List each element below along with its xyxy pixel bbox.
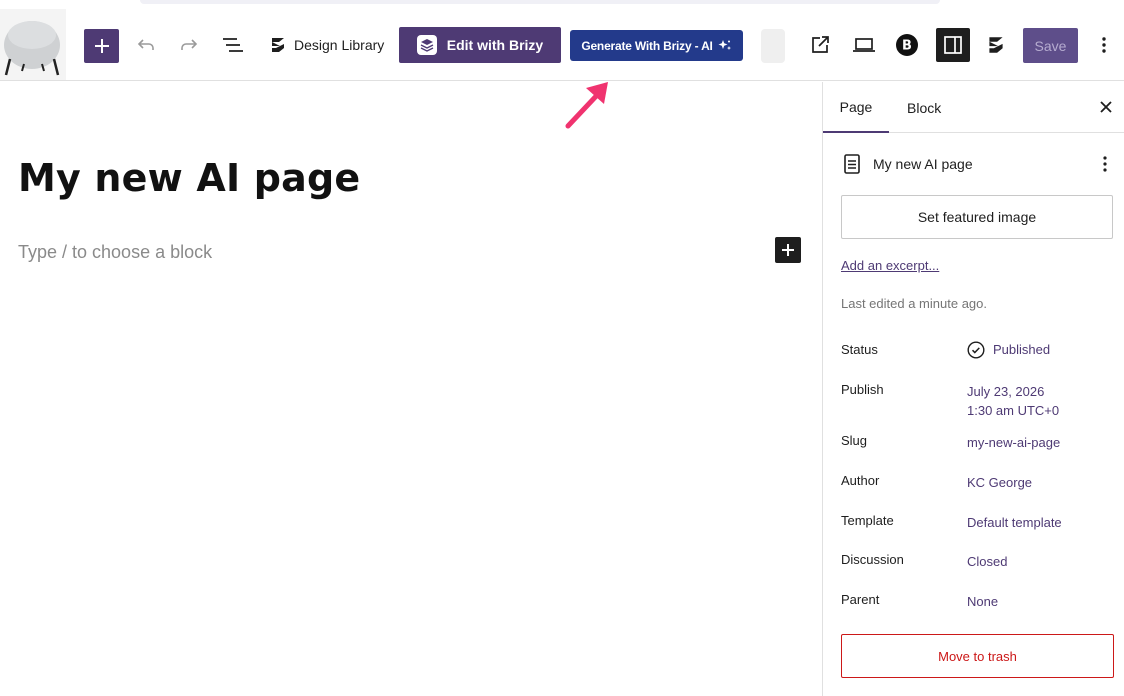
trash-label: Move to trash (938, 648, 1017, 664)
status-value[interactable]: Published (967, 340, 1050, 359)
undo-icon (137, 39, 154, 50)
undo-button[interactable] (132, 31, 160, 59)
laptop-icon (853, 38, 875, 52)
brizy-logo-icon (272, 38, 284, 52)
brizy-b-button[interactable]: B (893, 31, 921, 59)
publish-time: 1:30 am UTC+0 (967, 403, 1060, 418)
set-featured-image-button[interactable]: Set featured image (841, 195, 1113, 239)
block-inserter-button[interactable] (84, 29, 119, 63)
redo-button[interactable] (175, 31, 203, 59)
publish-date: July 23, 2026 (967, 384, 1045, 399)
tab-page[interactable]: Page (823, 82, 889, 133)
design-library-button[interactable]: Design Library (268, 31, 384, 59)
document-actions-button[interactable] (1097, 152, 1113, 176)
generate-ai-label: Generate With Brizy - AI (581, 38, 713, 53)
generate-with-brizy-ai-button[interactable]: Generate With Brizy - AI (570, 30, 743, 61)
tab-page-label: Page (839, 98, 873, 115)
discussion-value[interactable]: Closed (967, 552, 1007, 571)
author-value[interactable]: KC George (967, 473, 1032, 492)
options-menu-button[interactable] (1090, 31, 1118, 59)
save-label: Save (1034, 37, 1067, 54)
plus-icon (782, 244, 794, 256)
svg-text:B: B (902, 39, 912, 54)
document-overview-button[interactable] (219, 31, 247, 59)
site-thumbnail-chair[interactable] (0, 9, 66, 80)
tab-block-label: Block (907, 99, 942, 116)
author-label: Author (841, 473, 880, 488)
placeholder-slot (761, 29, 785, 63)
view-page-button[interactable] (806, 31, 834, 59)
preview-device-button[interactable] (850, 31, 878, 59)
brizy-layers-icon (416, 35, 437, 55)
parent-label: Parent (841, 592, 880, 607)
kebab-menu-icon (1103, 156, 1107, 172)
list-view-icon (223, 38, 243, 52)
tab-block[interactable]: Block (907, 82, 941, 133)
editor-toolbar: Design Library Edit with Brizy Generate … (0, 9, 1124, 81)
slug-value[interactable]: my-new-ai-page (967, 433, 1060, 452)
editor-canvas: My new AI page Type / to choose a block (0, 82, 822, 696)
sparkles-icon (718, 39, 731, 50)
page-title[interactable]: My new AI page (18, 156, 360, 200)
template-value[interactable]: Default template (967, 513, 1062, 532)
edit-with-brizy-label: Edit with Brizy (446, 37, 544, 53)
sidebar-tabs: Page Block (823, 82, 1124, 133)
move-to-trash-button[interactable]: Move to trash (841, 634, 1114, 678)
top-strip (140, 0, 940, 4)
annotation-arrow-icon (565, 82, 608, 129)
parent-value[interactable]: None (967, 592, 998, 611)
last-edited-text: Last edited a minute ago. (841, 296, 987, 311)
b-circle-icon: B (896, 34, 918, 56)
slug-label: Slug (841, 433, 868, 448)
brizy-logo-icon (989, 37, 1003, 53)
settings-sidebar-toggle[interactable] (936, 28, 970, 62)
settings-sidebar: Page Block My new AI page Set featured i… (822, 82, 1124, 696)
status-label: Status (841, 342, 878, 357)
template-label: Template (841, 513, 894, 528)
brizy-logo-button[interactable] (982, 31, 1010, 59)
publish-label: Publish (841, 382, 884, 397)
inline-block-inserter-button[interactable] (775, 237, 801, 263)
close-icon (1100, 101, 1112, 113)
redo-icon (181, 39, 198, 50)
edit-with-brizy-button[interactable]: Edit with Brizy (399, 27, 561, 63)
discussion-label: Discussion (841, 552, 904, 567)
plus-icon (94, 39, 109, 53)
featured-image-label: Set featured image (917, 209, 1037, 225)
external-link-icon (812, 36, 829, 53)
kebab-menu-icon (1102, 37, 1106, 53)
document-summary: My new AI page (843, 152, 1113, 176)
sidebar-toggle-icon (944, 36, 962, 54)
design-library-label: Design Library (294, 37, 385, 53)
save-button[interactable]: Save (1023, 28, 1078, 63)
close-sidebar-button[interactable] (1095, 96, 1117, 118)
publish-value[interactable]: July 23, 2026 1:30 am UTC+0 (967, 382, 1059, 420)
status-value-text: Published (993, 342, 1051, 357)
add-excerpt-link[interactable]: Add an excerpt... (841, 258, 939, 273)
document-title: My new AI page (873, 156, 973, 172)
document-icon (844, 154, 860, 174)
check-circle-icon (967, 340, 985, 359)
block-placeholder[interactable]: Type / to choose a block (18, 242, 212, 263)
